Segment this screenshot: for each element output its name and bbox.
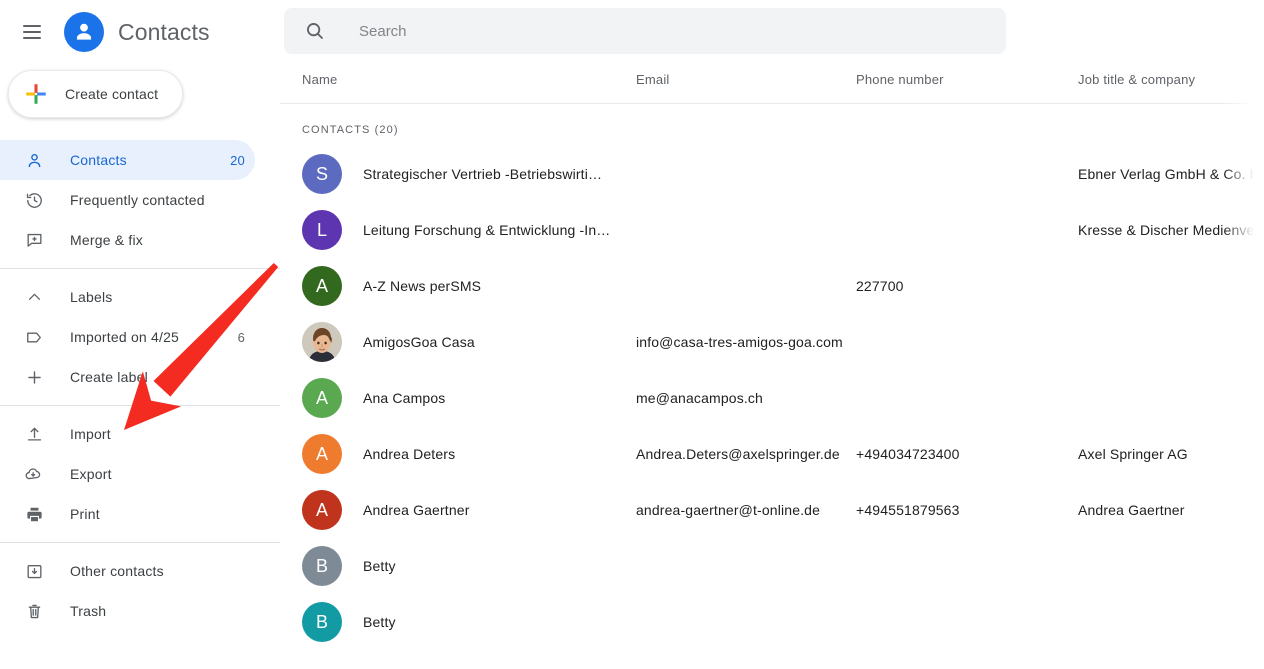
contact-initial-avatar[interactable]: L: [302, 210, 342, 250]
printer-icon: [24, 504, 44, 524]
sidebar-nav: Contacts 20 Frequently contacted Merge &…: [0, 140, 280, 631]
sidebar-item-label: Import: [70, 426, 111, 442]
sidebar-item-print[interactable]: Print: [0, 494, 255, 534]
google-plus-icon: [23, 81, 49, 107]
table-row[interactable]: L Leitung Forschung & Entwicklung -In… Kre…: [280, 202, 1264, 258]
create-contact-label: Create contact: [65, 86, 159, 102]
sidebar-item-label: Imported on 4/25: [70, 329, 180, 345]
sidebar-divider-2: [0, 405, 280, 406]
contact-name-cell: Betty: [363, 614, 396, 630]
chevron-up-icon: [24, 287, 44, 307]
contact-job-cell: Ebner Verlag GmbH & Co. KG: [1078, 166, 1264, 182]
sidebar-item-contacts[interactable]: Contacts 20: [0, 140, 255, 180]
history-icon: [24, 190, 44, 210]
column-header-phone[interactable]: Phone number: [856, 72, 1078, 87]
contact-name-cell: A-Z News perSMS: [363, 278, 482, 294]
search-input[interactable]: [359, 8, 1006, 54]
sidebar-item-label: Contacts: [70, 152, 127, 168]
trash-icon: [24, 601, 44, 621]
merge-fix-icon: [24, 230, 44, 250]
sidebar-item-label: Create label: [70, 369, 148, 385]
contact-name-cell: Betty: [363, 558, 396, 574]
sidebar-item-import[interactable]: Import: [0, 414, 255, 454]
sidebar-item-trash[interactable]: Trash: [0, 591, 255, 631]
contact-email-cell: me@anacampos.ch: [636, 390, 763, 406]
table-row[interactable]: A Andrea Gaertner andrea-gaertner@t-online…: [280, 482, 1264, 538]
contact-initial-avatar[interactable]: S: [302, 154, 342, 194]
contact-initial-avatar[interactable]: A: [302, 434, 342, 474]
column-header-name[interactable]: Name: [302, 72, 636, 87]
contact-job-cell: Kresse & Discher Medienverlag: [1078, 222, 1264, 238]
page-title: Contacts: [118, 18, 210, 45]
column-header-email[interactable]: Email: [636, 72, 856, 87]
contact-name-cell: Leitung Forschung & Entwicklung -In…: [363, 222, 611, 238]
app-header: Contacts: [0, 0, 280, 64]
table-row[interactable]: AmigosGoa Casa info@casa-tres-amigos-goa.…: [280, 314, 1264, 370]
contact-email-cell: Andrea.Deters@axelspringer.de: [636, 446, 840, 462]
contact-initial-avatar[interactable]: A: [302, 266, 342, 306]
person-outline-icon: [24, 150, 44, 170]
create-contact-button[interactable]: Create contact: [8, 70, 184, 118]
contact-email-cell: andrea-gaertner@t-online.de: [636, 502, 821, 518]
contact-email-cell: info@casa-tres-amigos-goa.com: [636, 334, 843, 350]
contact-job-cell: Axel Springer AG: [1078, 446, 1188, 462]
sidebar-item-create-label[interactable]: Create label: [0, 357, 255, 397]
archive-box-icon: [24, 561, 44, 581]
sidebar-item-count: 6: [237, 329, 245, 345]
table-row[interactable]: B Betty: [280, 538, 1264, 594]
table-row[interactable]: A A-Z News perSMS 227700: [280, 258, 1264, 314]
label-tag-icon: [24, 327, 44, 347]
sidebar-item-label: Labels: [70, 289, 113, 305]
table-row[interactable]: B Betty: [280, 594, 1264, 650]
table-row[interactable]: A Andrea Deters Andrea.Deters@axelspringer…: [280, 426, 1264, 482]
contact-job-cell: Andrea Gaertner: [1078, 502, 1185, 518]
sidebar-item-other-contacts[interactable]: Other contacts: [0, 551, 255, 591]
contact-initial-avatar[interactable]: A: [302, 490, 342, 530]
contact-phone-cell: +494551879563: [856, 502, 960, 518]
contact-name-cell: AmigosGoa Casa: [363, 334, 475, 350]
sidebar-divider-3: [0, 542, 280, 543]
sidebar-item-label: Frequently contacted: [70, 192, 205, 208]
contacts-section-label: CONTACTS (20): [302, 124, 399, 136]
cloud-download-icon: [24, 464, 44, 484]
contacts-list: S Strategischer Vertrieb -Betriebswirti… E…: [280, 146, 1264, 650]
contact-name-cell: Strategischer Vertrieb -Betriebswirti…: [363, 166, 603, 182]
person-circle-icon: [64, 12, 104, 52]
sidebar-item-label: Print: [70, 506, 100, 522]
table-row[interactable]: S Strategischer Vertrieb -Betriebswirti… E…: [280, 146, 1264, 202]
contact-phone-cell: +494034723400: [856, 446, 960, 462]
sidebar-item-count: 20: [230, 152, 245, 168]
sidebar-item-labels[interactable]: Labels: [0, 277, 255, 317]
contact-name-cell: Andrea Gaertner: [363, 502, 470, 518]
contact-initial-avatar[interactable]: B: [302, 546, 342, 586]
sidebar-item-label: Other contacts: [70, 563, 164, 579]
upload-icon: [24, 424, 44, 444]
table-column-headers: Name Email Phone number Job title & comp…: [280, 56, 1264, 104]
contact-name-cell: Ana Campos: [363, 390, 446, 406]
sidebar-divider-1: [0, 268, 280, 269]
sidebar-item-label: Merge & fix: [70, 232, 143, 248]
create-contact-area: Create contact: [0, 64, 280, 118]
sidebar-item-imported-on-4-25[interactable]: Imported on 4/25 6: [0, 317, 255, 357]
contact-initial-avatar[interactable]: A: [302, 378, 342, 418]
contact-phone-cell: 227700: [856, 278, 904, 294]
main-content: Name Email Phone number Job title & comp…: [280, 0, 1264, 669]
sidebar-item-label: Export: [70, 466, 112, 482]
column-header-job[interactable]: Job title & company: [1078, 72, 1264, 87]
sidebar-item-export[interactable]: Export: [0, 454, 255, 494]
sidebar-item-label: Trash: [70, 603, 107, 619]
contacts-app: Contacts Create contact Contacts 20 Freq…: [0, 0, 1264, 669]
sidebar-item-frequently-contacted[interactable]: Frequently contacted: [0, 180, 255, 220]
contact-photo-avatar[interactable]: [302, 322, 342, 362]
contact-name-cell: Andrea Deters: [363, 446, 456, 462]
search-bar[interactable]: [284, 8, 1006, 54]
search-icon: [304, 20, 326, 42]
sidebar: Contacts Create contact Contacts 20 Freq…: [0, 0, 280, 669]
table-row[interactable]: A Ana Campos me@anacampos.ch: [280, 370, 1264, 426]
contact-initial-avatar[interactable]: B: [302, 602, 342, 642]
search-area: [280, 0, 1264, 54]
plus-icon: [24, 367, 44, 387]
hamburger-menu-icon[interactable]: [16, 16, 48, 48]
sidebar-item-merge-and-fix[interactable]: Merge & fix: [0, 220, 255, 260]
